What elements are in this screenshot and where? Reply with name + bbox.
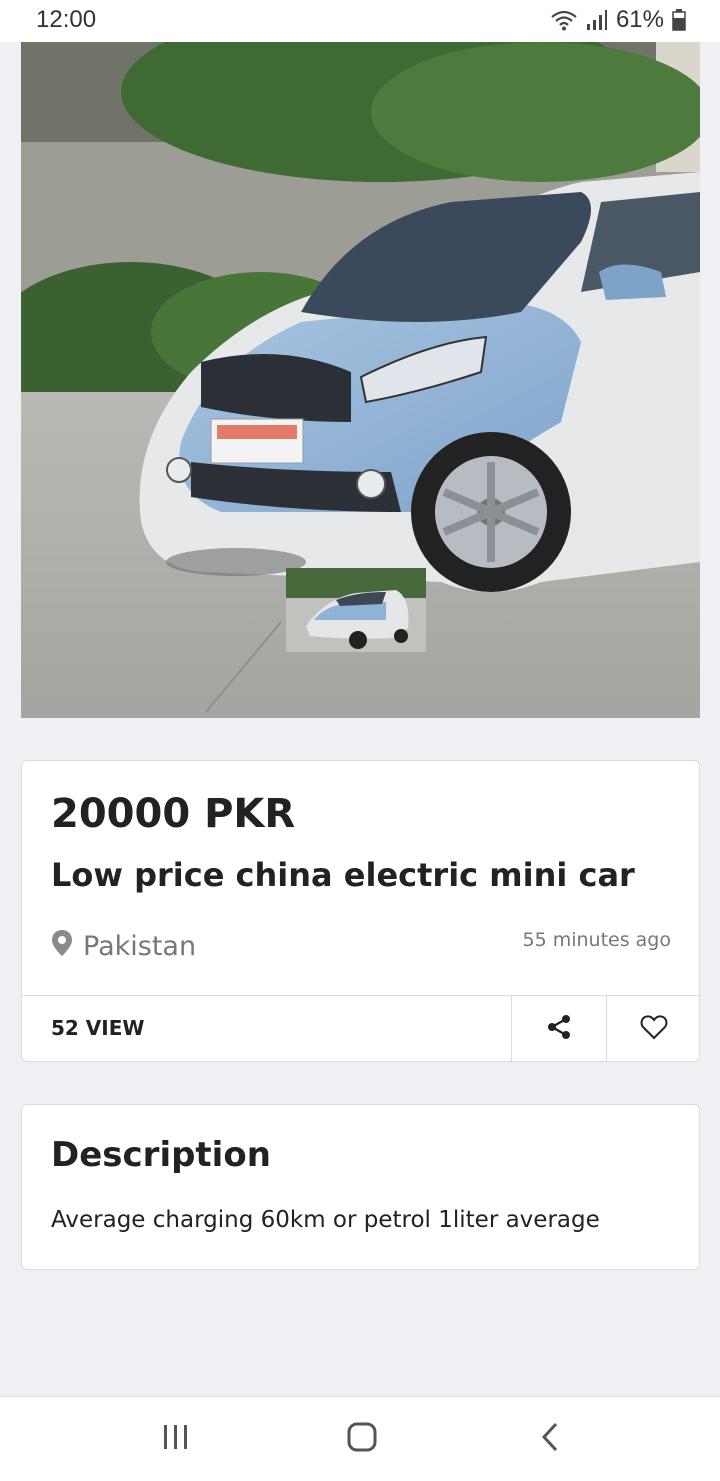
wifi-icon (550, 9, 578, 31)
share-icon (545, 1013, 573, 1045)
listing-location: Pakistan (51, 929, 196, 964)
battery-text: 61% (615, 6, 664, 33)
view-count: 52 VIEW (51, 1016, 145, 1040)
posted-time: 55 minutes ago (522, 929, 672, 951)
home-icon (347, 1422, 377, 1456)
share-button[interactable] (511, 996, 606, 1061)
location-text: Pakistan (83, 931, 197, 962)
battery-icon (672, 9, 686, 31)
description-card: Description Average charging 60km or pet… (21, 1104, 700, 1270)
status-bar: 12:00 61% (0, 0, 720, 42)
listing-title: Low price china electric mini car (51, 856, 635, 894)
back-button[interactable] (520, 1417, 580, 1461)
heart-icon (640, 1014, 668, 1044)
favorite-button[interactable] (606, 996, 700, 1061)
status-time: 12:00 (36, 6, 97, 33)
listing-price: 20000 PKR (51, 791, 296, 837)
back-icon (540, 1422, 560, 1456)
listing-info-card: 20000 PKR Low price china electric mini … (21, 760, 700, 1062)
photo-thumbnail[interactable] (286, 568, 426, 652)
system-nav-bar (0, 1396, 720, 1481)
recent-apps-button[interactable] (146, 1417, 206, 1461)
home-button[interactable] (332, 1417, 392, 1461)
description-text: Average charging 60km or petrol 1liter a… (51, 1207, 600, 1233)
description-title: Description (51, 1135, 271, 1175)
car-thumbnail-illustration (286, 568, 426, 652)
signal-icon (586, 9, 608, 31)
map-pin-icon (51, 929, 73, 964)
recent-apps-icon (161, 1423, 191, 1455)
status-icons: 61% (550, 6, 686, 34)
